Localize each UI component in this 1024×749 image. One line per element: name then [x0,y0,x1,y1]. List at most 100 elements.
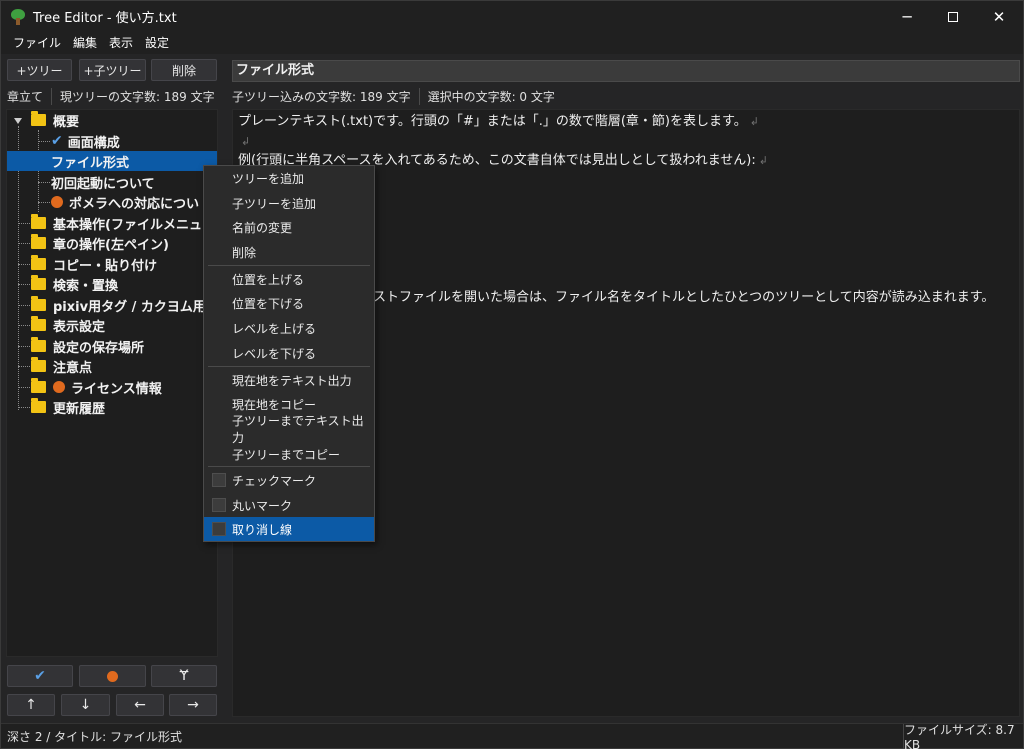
tree-node-selected[interactable]: ファイル形式 [7,151,217,171]
tree-node[interactable]: 概要 [31,110,79,130]
right-status: 子ツリー込みの文字数: 189 文字 選択中の文字数: 0 文字 [230,86,555,106]
check-mark-button[interactable]: ✔ [7,665,73,687]
arrow-right-icon: → [187,697,199,713]
menu-copy-subtree[interactable]: 子ツリーまでコピー [204,442,374,466]
menu-move-down[interactable]: 位置を下げる [204,291,374,315]
checkbox-icon [212,473,226,487]
tree-node[interactable]: 表示設定 [31,315,105,335]
status-depth-title: 深さ 2 / タイトル: ファイル形式 [7,729,182,744]
maximize-icon [948,11,958,22]
menu-move-up[interactable]: 位置を上げる [204,267,374,291]
folder-icon [31,296,46,311]
circle-mark-icon [51,196,63,208]
check-mark-icon: ✔ [51,133,63,149]
app-window: Tree Editor - 使い方.txt ─ ✕ ファイル 編集 表示 設定 … [0,0,1024,749]
menu-level-down[interactable]: レベルを下げる [204,341,374,365]
status-bar: 深さ 2 / タイトル: ファイル形式 ファイルサイズ: 8.7 KB [1,723,1023,749]
menu-check-mark[interactable]: チェックマーク [204,468,374,492]
left-pane: +ツリー +子ツリー 削除 章立て 現ツリーの文字数: 189 文字 概要 ✔ … [1,54,224,721]
close-button[interactable]: ✕ [976,1,1022,32]
maximize-button[interactable] [930,1,976,32]
checkbox-icon [212,498,226,512]
left-status: 章立て 現ツリーの文字数: 189 文字 [1,86,224,106]
folder-icon [31,234,46,249]
tree-view[interactable]: 概要 ✔ 画面構成 ファイル形式 初回起動について ポメラへの対応につい 基本操… [6,109,218,657]
current-tree-count: 現ツリーの文字数: 189 文字 [60,89,215,104]
menu-separator [208,466,370,467]
node-title-field[interactable]: ファイル形式 [232,60,1020,82]
arrow-down-icon: ↓ [79,697,92,713]
tree-node[interactable]: pixiv用タグ / カクヨム用・ [31,295,217,315]
arrow-up-icon: ↑ [25,697,37,713]
circle-mark-button[interactable] [79,665,146,687]
move-up-button[interactable]: ↑ [7,694,55,716]
folder-icon [31,357,46,372]
editor-line: ↲ [238,132,1014,152]
menu-view[interactable]: 表示 [103,32,139,54]
tree-node[interactable]: 設定の保存場所 [31,336,144,356]
folder-icon [31,214,46,229]
selected-count: 選択中の文字数: 0 文字 [427,89,555,104]
strikethrough-button[interactable]: Ɏ [151,665,217,687]
folder-icon [31,316,46,331]
editor-line: プレーンテキスト(.txt)です。行頭の「#」または「.」の数で階層(章・節)を… [238,114,759,129]
folder-icon [31,337,46,352]
menu-export-subtree[interactable]: 子ツリーまでテキスト出力 [204,414,374,445]
menu-export-current[interactable]: 現在地をテキスト出力 [204,368,374,392]
move-down-button[interactable]: ↓ [61,694,110,716]
menu-level-up[interactable]: レベルを上げる [204,316,374,340]
tree-node[interactable]: ✔ 画面構成 [51,131,120,151]
structure-mode-label: 章立て [1,87,53,105]
tree-node[interactable]: 初回起動について [51,172,155,192]
return-mark-icon: ↲ [241,134,251,148]
window-title: Tree Editor - 使い方.txt [33,11,177,26]
tree-app-icon [10,8,26,25]
add-child-tree-button[interactable]: +子ツリー [79,59,146,81]
status-file-size: ファイルサイズ: 8.7 KB [903,723,1023,749]
menu-bar: ファイル 編集 表示 設定 [1,32,1023,54]
tree-node[interactable]: 章の操作(左ペイン) [31,233,169,253]
menu-rename[interactable]: 名前の変更 [204,215,374,239]
return-mark-icon: ↲ [749,115,759,128]
return-mark-icon: ↲ [758,154,768,167]
tree-node[interactable]: 注意点 [31,356,92,376]
folder-icon [31,111,46,126]
tree-node[interactable]: 基本操作(ファイルメニュ [31,213,202,233]
context-menu: ツリーを追加 子ツリーを追加 名前の変更 削除 位置を上げる 位置を下げる レベ… [203,165,375,542]
tree-node[interactable]: コピー・貼り付け [31,254,157,274]
menu-settings[interactable]: 設定 [139,32,175,54]
circle-mark-icon [107,670,118,682]
strikethrough-icon: Ɏ [179,668,189,684]
delete-button[interactable]: 削除 [151,59,217,81]
menu-strikethrough[interactable]: 取り消し線 [204,517,374,541]
circle-mark-icon [53,381,65,393]
close-icon: ✕ [992,7,1006,26]
arrow-left-icon: ← [134,697,146,713]
tree-node[interactable]: ポメラへの対応につい [51,192,199,212]
add-tree-button[interactable]: +ツリー [7,59,72,81]
folder-icon [31,398,46,413]
title-bar: Tree Editor - 使い方.txt ─ ✕ [1,1,1023,32]
checkbox-icon [212,522,226,536]
menu-edit[interactable]: 編集 [67,32,103,54]
folder-icon [31,378,46,393]
menu-separator [208,265,370,266]
collapse-icon[interactable] [14,117,22,125]
folder-icon [31,255,46,270]
minimize-icon: ─ [902,7,912,26]
folder-icon [31,275,46,290]
menu-add-child-tree[interactable]: 子ツリーを追加 [204,191,374,215]
level-up-button[interactable]: ← [116,694,164,716]
menu-circle-mark[interactable]: 丸いマーク [204,493,374,517]
level-down-button[interactable]: → [169,694,217,716]
tree-node[interactable]: 検索・置換 [31,274,118,294]
child-tree-count: 子ツリー込みの文字数: 189 文字 [230,87,420,105]
menu-add-tree[interactable]: ツリーを追加 [204,166,374,190]
tree-node[interactable]: 更新履歴 [31,397,105,417]
menu-file[interactable]: ファイル [7,32,67,54]
tree-node[interactable]: ライセンス情報 [31,377,162,397]
minimize-button[interactable]: ─ [884,1,930,32]
check-mark-icon: ✔ [34,668,46,684]
menu-separator [208,366,370,367]
menu-delete[interactable]: 削除 [204,240,374,264]
